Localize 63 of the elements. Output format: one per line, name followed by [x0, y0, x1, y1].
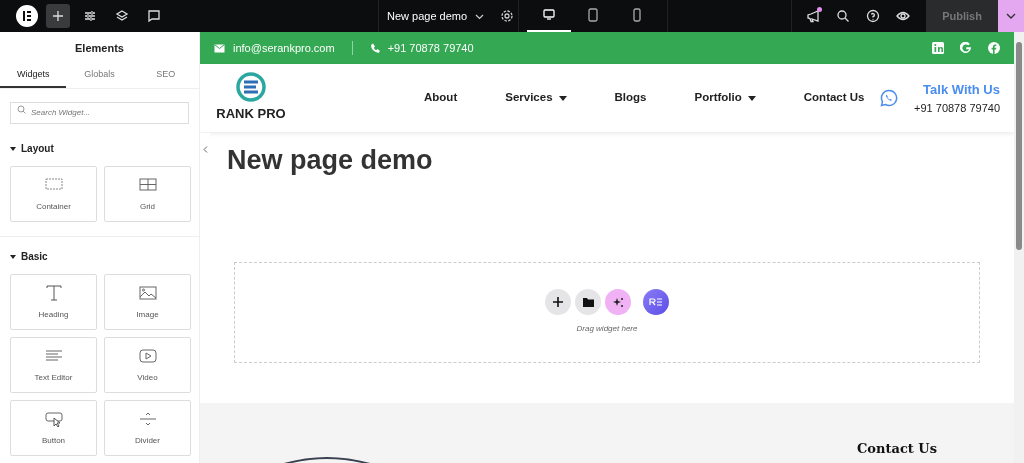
plus-icon — [553, 297, 563, 307]
letters-logo-icon — [649, 298, 663, 306]
megaphone-icon — [806, 9, 820, 23]
phone-icon — [369, 43, 380, 53]
ai-button[interactable] — [605, 289, 631, 315]
caret-icon — [10, 253, 16, 260]
widget-tile[interactable]: Heading — [10, 274, 97, 330]
linkedin-icon — [932, 42, 944, 54]
chevron-left-icon — [202, 146, 208, 153]
widget-tile[interactable]: Video — [104, 337, 191, 393]
logo-icon[interactable] — [16, 5, 38, 27]
image-icon — [137, 283, 158, 302]
chat-icon — [147, 9, 161, 23]
drop-zone[interactable]: Drag widget here — [234, 261, 980, 363]
nav-link[interactable]: Blogs — [614, 89, 647, 107]
caret-icon — [558, 95, 567, 101]
facebook-icon — [988, 42, 1000, 54]
add-section-button[interactable] — [545, 289, 571, 315]
widget-tile[interactable]: Button — [10, 400, 97, 456]
heading-icon — [43, 283, 64, 302]
logo-text: RANK PRO — [216, 105, 286, 124]
layers-icon — [115, 9, 129, 23]
cta-phone: +91 70878 79740 — [914, 100, 1000, 116]
logo-icon — [236, 72, 266, 103]
tablet-icon — [586, 8, 600, 22]
addon-button[interactable] — [643, 289, 669, 315]
page-title-dropdown[interactable]: New page demo — [387, 4, 485, 28]
nav-link[interactable]: Services — [505, 89, 567, 107]
footer-heading: Contact Us — [857, 439, 937, 458]
template-library-button[interactable] — [575, 289, 601, 315]
widget-tile[interactable]: Container — [10, 166, 97, 222]
widget-tile[interactable]: Grid — [104, 166, 191, 222]
google-icon — [960, 42, 972, 54]
video-icon — [137, 346, 158, 365]
settings-icon — [500, 9, 515, 23]
contact-email: info@serankpro.com — [233, 40, 335, 56]
caret-icon — [747, 95, 756, 101]
envelope-icon — [214, 43, 225, 53]
nav-link[interactable]: Portfolio — [694, 89, 756, 107]
grid-icon — [137, 175, 158, 194]
nav-link[interactable]: About — [424, 89, 458, 107]
button-icon — [43, 409, 64, 428]
plus-button[interactable] — [46, 4, 70, 28]
contact-phone: +91 70878 79740 — [387, 40, 474, 56]
whatsapp-icon — [880, 89, 899, 107]
desktop-icon — [542, 8, 556, 22]
widget-tile[interactable]: Divider — [104, 400, 191, 456]
eye-icon — [896, 9, 910, 23]
widget-tile[interactable]: Image — [104, 274, 191, 330]
drop-hint: Drag widget here — [576, 323, 638, 335]
sliders-icon — [83, 9, 97, 23]
panel-title: Elements — [74, 41, 125, 56]
widget-tile[interactable]: Text Editor — [10, 337, 97, 393]
page-heading: New page demo — [227, 144, 433, 177]
caret-icon — [10, 145, 16, 152]
scrollbar[interactable] — [1014, 32, 1024, 463]
folder-icon — [582, 297, 594, 307]
search-icon — [836, 9, 850, 23]
nav-link[interactable]: Contact Us — [803, 89, 865, 107]
sparkle-icon — [612, 296, 624, 308]
plus-icon — [51, 9, 65, 23]
phone-icon — [630, 8, 644, 22]
help-icon — [866, 9, 880, 23]
